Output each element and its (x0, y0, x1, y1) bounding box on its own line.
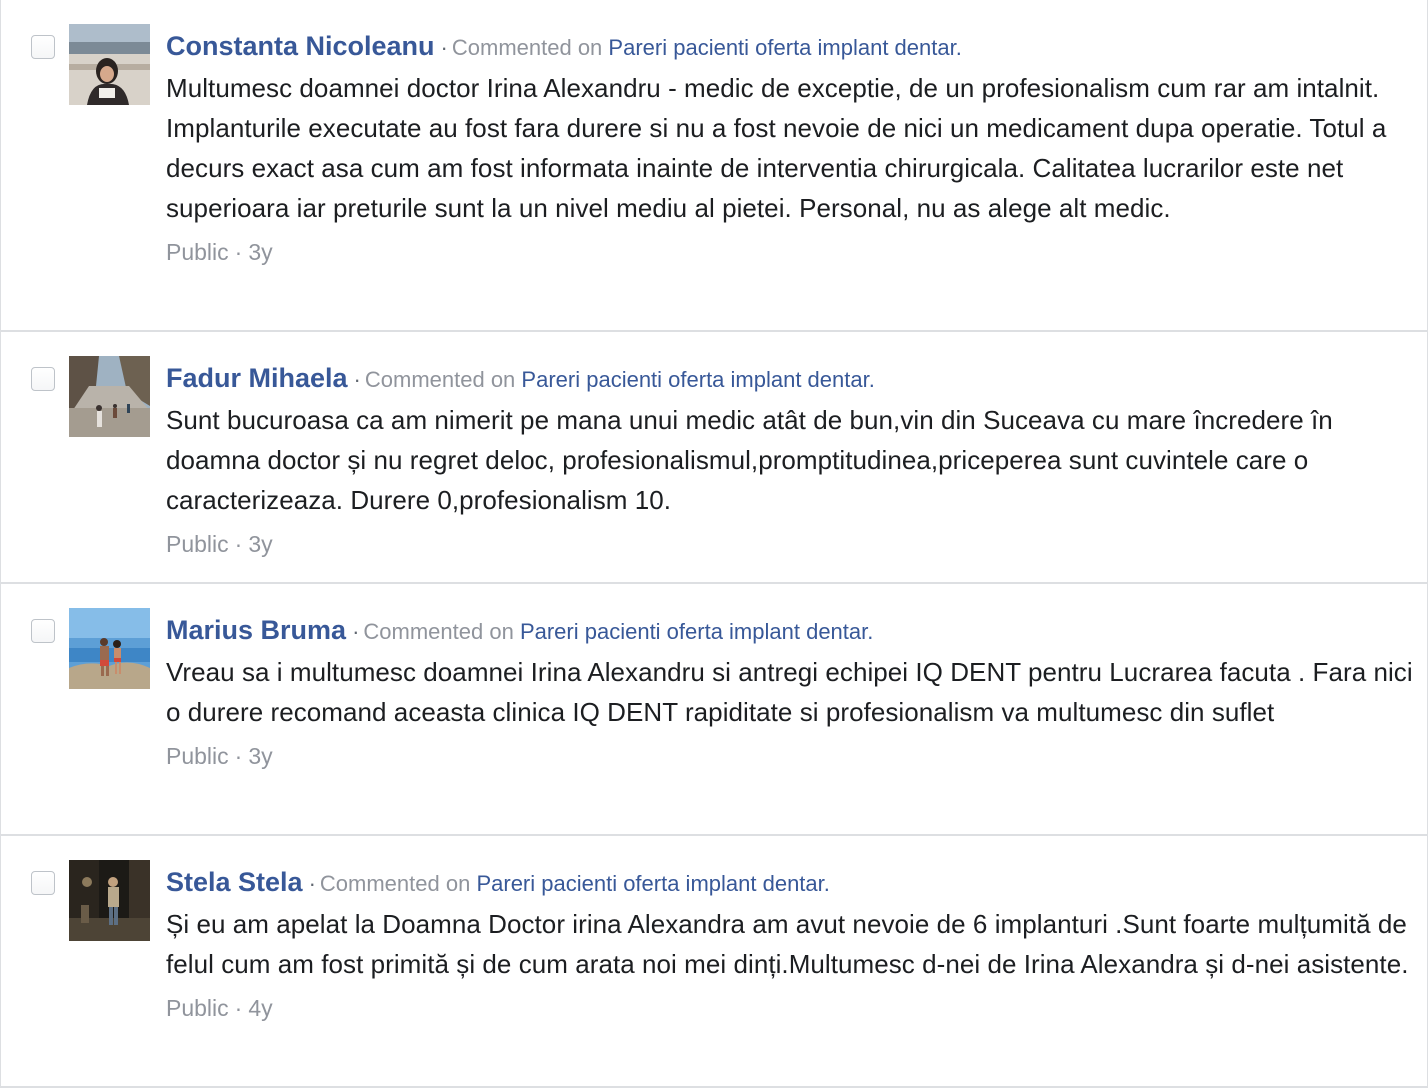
comment-content: Fadur Mihaela · Commented on Pareri pacien… (166, 360, 1419, 564)
comment-header: Fadur Mihaela · Commented on Pareri pacien… (166, 360, 1419, 398)
avatar-photo (69, 24, 150, 105)
comments-feed: Constanta Nicoleanu · Commented on Pareri … (0, 0, 1428, 1088)
post-title-link[interactable]: Pareri pacienti oferta implant dentar. (521, 367, 874, 392)
post-title-link[interactable]: Pareri pacienti oferta implant dentar. (608, 35, 961, 60)
meta-dot: · (234, 239, 243, 265)
avatar[interactable] (69, 608, 150, 689)
author-name-link[interactable]: Marius Bruma (166, 615, 346, 645)
author-name-link[interactable]: Fadur Mihaela (166, 363, 348, 393)
timestamp-link[interactable]: 3y (248, 531, 272, 557)
post-title-link[interactable]: Pareri pacienti oferta implant dentar. (476, 871, 829, 896)
privacy-label[interactable]: Public (166, 239, 229, 265)
comment-item: Stela Stela · Commented on Pareri pacienti… (1, 836, 1427, 1088)
commented-on-label: Commented on (319, 871, 471, 896)
avatar-photo (69, 356, 150, 437)
comment-header: Constanta Nicoleanu · Commented on Pareri … (166, 28, 1419, 66)
timestamp-link[interactable]: 4y (248, 995, 272, 1021)
comment-item: Constanta Nicoleanu · Commented on Pareri … (1, 0, 1427, 332)
privacy-label[interactable]: Public (166, 743, 229, 769)
meta-dot: · (234, 743, 243, 769)
comment-text: Multumesc doamnei doctor Irina Alexandru… (166, 73, 1387, 223)
privacy-label[interactable]: Public (166, 995, 229, 1021)
post-title-link[interactable]: Pareri pacienti oferta implant dentar. (520, 619, 873, 644)
author-name-link[interactable]: Stela Stela (166, 867, 303, 897)
commented-on-label: Commented on (451, 35, 603, 60)
select-checkbox[interactable] (31, 367, 55, 391)
commented-on-label: Commented on (363, 619, 514, 644)
comment-content: Constanta Nicoleanu · Commented on Pareri … (166, 28, 1419, 272)
timestamp-link[interactable]: 3y (248, 743, 272, 769)
privacy-label[interactable]: Public (166, 531, 229, 557)
select-checkbox[interactable] (31, 35, 55, 59)
comment-item: Marius Bruma · Commented on Pareri pacient… (1, 584, 1427, 836)
avatar[interactable] (69, 24, 150, 105)
avatar-photo (69, 860, 150, 941)
comment-item: Fadur Mihaela · Commented on Pareri pacien… (1, 332, 1427, 584)
avatar[interactable] (69, 356, 150, 437)
comment-content: Marius Bruma · Commented on Pareri pacient… (166, 612, 1419, 776)
comment-header: Marius Bruma · Commented on Pareri pacient… (166, 612, 1419, 650)
commented-on-label: Commented on (364, 367, 516, 392)
comment-meta: Public · 3y (166, 736, 1419, 776)
separator-dot: · (440, 35, 448, 60)
comment-meta: Public · 3y (166, 524, 1419, 564)
comment-meta: Public · 4y (166, 988, 1419, 1028)
comment-meta: Public · 3y (166, 232, 1419, 272)
comment-text: Vreau sa i multumesc doamnei Irina Alexa… (166, 657, 1413, 727)
comment-header: Stela Stela · Commented on Pareri pacienti… (166, 864, 1419, 902)
select-checkbox[interactable] (31, 619, 55, 643)
meta-dot: · (234, 995, 243, 1021)
avatar-photo (69, 608, 150, 689)
avatar[interactable] (69, 860, 150, 941)
comment-content: Stela Stela · Commented on Pareri pacienti… (166, 864, 1419, 1028)
timestamp-link[interactable]: 3y (248, 239, 272, 265)
comment-text: Sunt bucuroasa ca am nimerit pe mana unu… (166, 405, 1333, 515)
comment-text: Și eu am apelat la Doamna Doctor irina A… (166, 909, 1409, 979)
meta-dot: · (234, 531, 243, 557)
separator-dot: · (308, 871, 316, 896)
separator-dot: · (353, 367, 361, 392)
select-checkbox[interactable] (31, 871, 55, 895)
author-name-link[interactable]: Constanta Nicoleanu (166, 31, 435, 61)
separator-dot: · (352, 619, 360, 644)
